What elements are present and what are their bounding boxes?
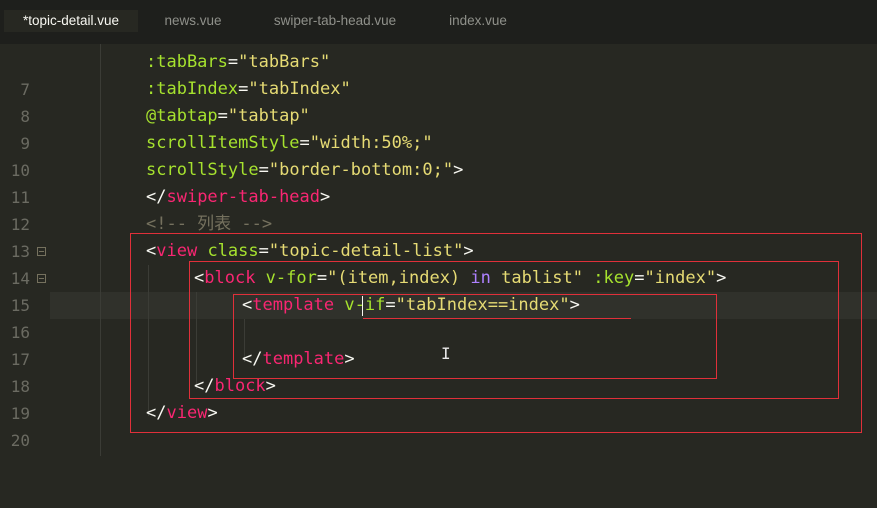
token-string: "tabBars" bbox=[238, 52, 331, 72]
tab-news[interactable]: news.vue bbox=[150, 10, 236, 32]
code-line: 10 scrollItemStyle="width:50%;" bbox=[0, 130, 877, 180]
token-punctuation: </ bbox=[146, 187, 167, 207]
token-punctuation: > bbox=[453, 160, 464, 180]
fold-minus-icon[interactable] bbox=[37, 274, 46, 283]
token-attribute: @tabtap bbox=[146, 106, 218, 126]
token-string: "width:50%;" bbox=[309, 133, 433, 153]
token-punctuation: = bbox=[238, 79, 249, 99]
token-punctuation: = bbox=[299, 133, 310, 153]
annotation-box-template bbox=[233, 294, 717, 379]
code-line: 8 :tabIndex="tabIndex" bbox=[0, 76, 877, 126]
token-string: "border-bottom:0;" bbox=[268, 160, 454, 180]
token-punctuation: > bbox=[320, 187, 331, 207]
text-ibeam-icon: I bbox=[441, 344, 451, 363]
code-editor[interactable]: 7 :tabBars="tabBars" 8 :tabIndex="tabInd… bbox=[0, 44, 877, 456]
code-line: 9 @tabtap="tabtap" bbox=[0, 103, 877, 153]
tab-swiper-tab-head[interactable]: swiper-tab-head.vue bbox=[258, 10, 412, 32]
editor-tab-bar: *topic-detail.vue news.vue swiper-tab-he… bbox=[0, 0, 877, 44]
token-attribute: :tabBars bbox=[146, 52, 228, 72]
code-line: 11 scrollStyle="border-bottom:0;"> bbox=[0, 157, 877, 207]
token-comment: <!-- 列表 --> bbox=[146, 214, 273, 234]
token-punctuation: = bbox=[258, 160, 269, 180]
text-caret bbox=[362, 296, 363, 316]
token-punctuation: = bbox=[227, 52, 239, 72]
fold-minus-icon[interactable] bbox=[37, 247, 46, 256]
token-string: "tabIndex" bbox=[248, 79, 351, 99]
tab-topic-detail[interactable]: *topic-detail.vue bbox=[4, 10, 138, 32]
token-punctuation: = bbox=[217, 106, 228, 126]
token-attribute: scrollStyle bbox=[146, 160, 259, 180]
code-line: 7 :tabBars="tabBars" bbox=[0, 49, 877, 99]
token-attribute: :tabIndex bbox=[146, 79, 239, 99]
token-string: "tabtap" bbox=[227, 106, 310, 126]
token-attribute: scrollItemStyle bbox=[146, 133, 300, 153]
tab-index[interactable]: index.vue bbox=[434, 10, 522, 32]
code-line: 12 </swiper-tab-head> bbox=[0, 184, 877, 234]
token-tag: swiper-tab-head bbox=[166, 187, 321, 207]
error-underline bbox=[363, 318, 631, 319]
